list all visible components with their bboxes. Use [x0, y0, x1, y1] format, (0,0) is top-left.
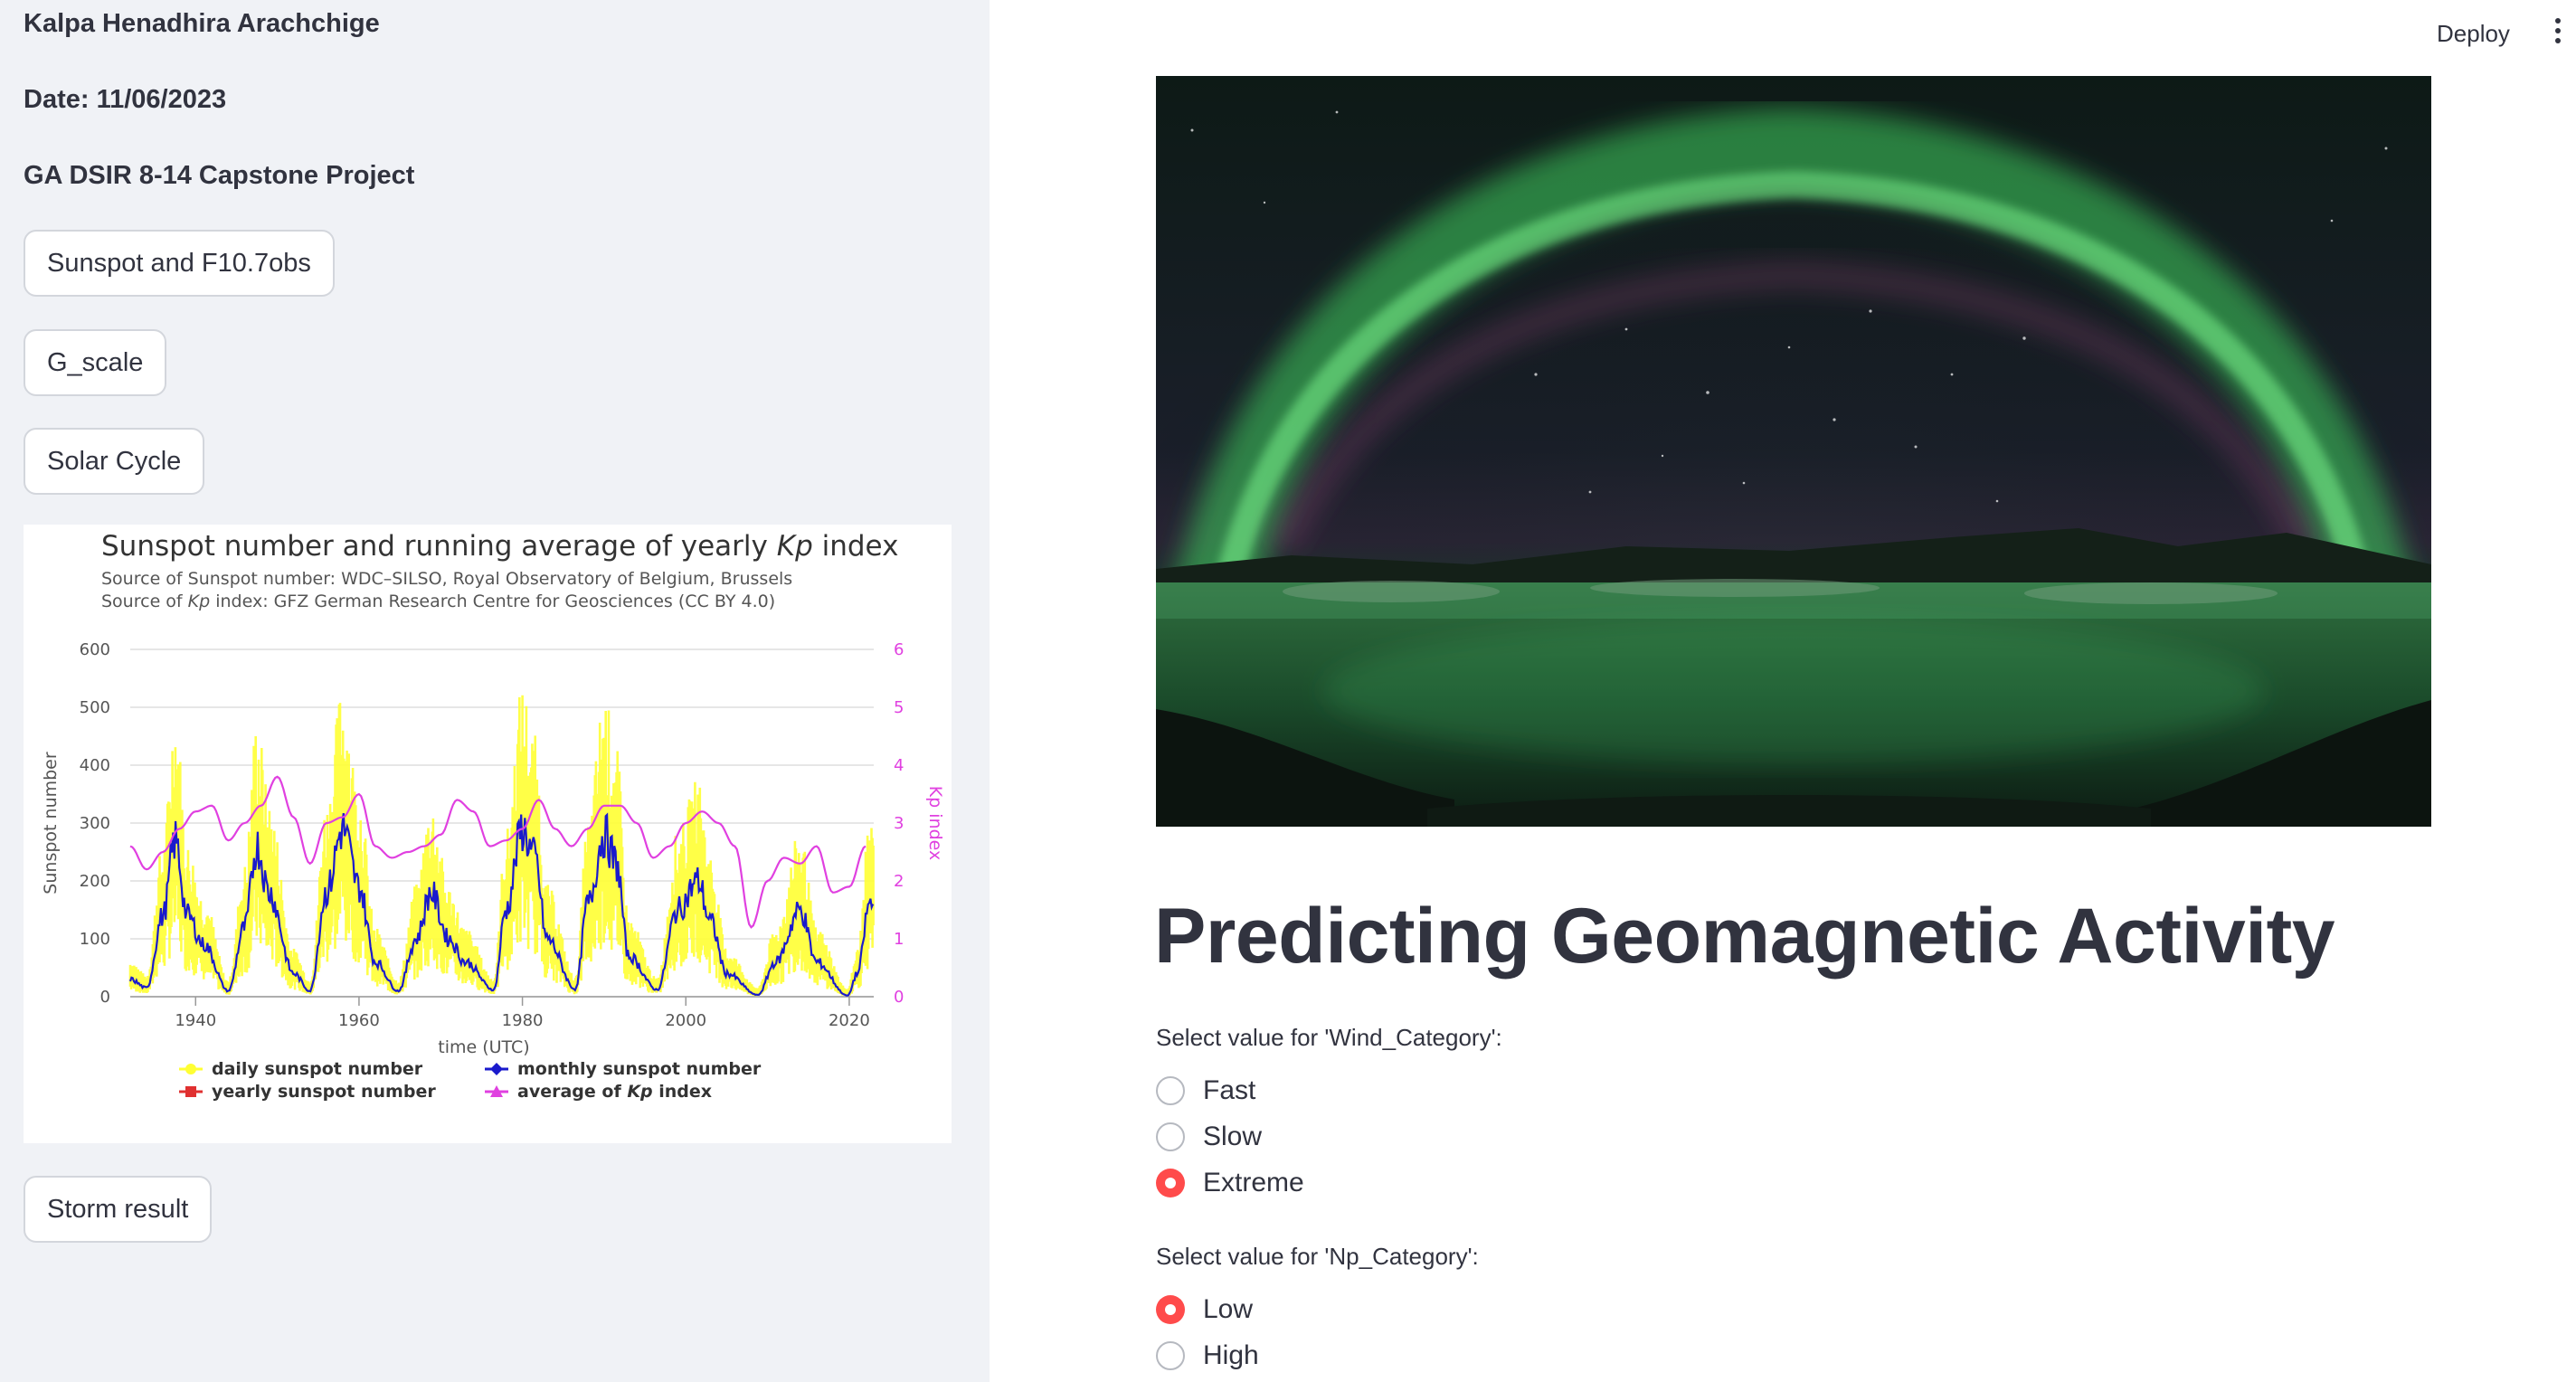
radio-label: Fast	[1203, 1075, 1256, 1105]
y-tick-label: 400	[80, 756, 110, 775]
x-axis-label: time (UTC)	[438, 1037, 529, 1057]
daily-sunspot-series	[128, 695, 875, 997]
chart-subtitle: Source of Kp index: GFZ German Research …	[101, 592, 775, 611]
y-tick-label: 300	[80, 814, 110, 833]
y-tick-label: 0	[100, 988, 110, 1007]
menu-dot	[2555, 18, 2561, 24]
x-tick-label: 1960	[338, 1011, 380, 1030]
chart-subtitle: Source of Sunspot number: WDC–SILSO, Roy…	[101, 569, 792, 589]
sidebar: Kalpa Henadhira Arachchige Date: 11/06/2…	[0, 0, 990, 1382]
project-name: GA DSIR 8-14 Capstone Project	[24, 161, 415, 190]
y-tick-label: 100	[80, 930, 110, 949]
radio-button[interactable]	[1156, 1341, 1185, 1370]
deploy-button[interactable]: Deploy	[2437, 20, 2510, 48]
legend-label: yearly sunspot number	[212, 1082, 436, 1102]
g-scale-button[interactable]: G_scale	[24, 329, 167, 396]
y2-tick-label: 1	[894, 930, 904, 949]
radio-button[interactable]	[1156, 1122, 1185, 1151]
aurora-illustration	[1156, 76, 2431, 827]
legend-marker	[185, 1086, 196, 1097]
radio-option-slow[interactable]: Slow	[1156, 1119, 1262, 1155]
storm-result-button[interactable]: Storm result	[24, 1176, 213, 1243]
legend-label: daily sunspot number	[212, 1059, 423, 1079]
x-tick-label: 2000	[665, 1011, 706, 1030]
sunspot-kp-chart: Sunspot number and running average of ye…	[24, 525, 952, 1143]
radio-button[interactable]	[1156, 1076, 1185, 1105]
radio-label: High	[1203, 1340, 1259, 1370]
x-tick-label: 1940	[175, 1011, 216, 1030]
y-axis-label: Sunspot number	[41, 752, 61, 895]
y2-tick-label: 0	[894, 988, 904, 1007]
y2-tick-label: 3	[894, 814, 904, 833]
np-category-label: Select value for 'Np_Category':	[1156, 1243, 1479, 1270]
y2-tick-label: 2	[894, 872, 904, 891]
legend-marker	[185, 1064, 196, 1074]
menu-dot	[2555, 38, 2561, 43]
radio-option-low[interactable]: Low	[1156, 1292, 1253, 1328]
app-window: Kalpa Henadhira Arachchige Date: 11/06/2…	[0, 0, 2576, 1382]
page-title: Predicting Geomagnetic Activity	[1154, 893, 2335, 980]
menu-dot	[2555, 28, 2561, 33]
legend-label: monthly sunspot number	[517, 1059, 762, 1079]
solar-cycle-button[interactable]: Solar Cycle	[24, 428, 205, 495]
wind-category-label: Select value for 'Wind_Category':	[1156, 1024, 1502, 1051]
aurora-image	[1156, 76, 2431, 827]
radio-option-fast[interactable]: Fast	[1156, 1073, 1255, 1109]
author-name: Kalpa Henadhira Arachchige	[24, 9, 380, 38]
radio-button-selected[interactable]	[1156, 1169, 1185, 1197]
x-tick-label: 1980	[502, 1011, 544, 1030]
y-tick-label: 600	[80, 640, 110, 659]
chart-title: Sunspot number and running average of ye…	[101, 530, 898, 563]
y-tick-label: 200	[80, 872, 110, 891]
sunspot-f107-button[interactable]: Sunspot and F10.7obs	[24, 230, 335, 297]
radio-label: Low	[1203, 1294, 1254, 1324]
chart-svg: Sunspot number and running average of ye…	[41, 530, 945, 1102]
radio-button-selected[interactable]	[1156, 1295, 1185, 1324]
y2-tick-label: 5	[894, 698, 904, 717]
y2-tick-label: 4	[894, 756, 904, 775]
y2-tick-label: 6	[894, 640, 904, 659]
y-tick-label: 500	[80, 698, 110, 717]
vertical-ellipsis-icon[interactable]	[2552, 18, 2563, 51]
radio-option-extreme[interactable]: Extreme	[1156, 1165, 1304, 1201]
date-text: Date: 11/06/2023	[24, 85, 227, 114]
y2-axis-label: Kp index	[925, 786, 945, 861]
x-tick-label: 2020	[829, 1011, 870, 1030]
legend-label: average of Kp index	[517, 1082, 712, 1102]
radio-label: Extreme	[1203, 1168, 1304, 1197]
legend-marker	[490, 1063, 503, 1075]
radio-option-high[interactable]: High	[1156, 1338, 1259, 1374]
radio-label: Slow	[1203, 1122, 1263, 1151]
